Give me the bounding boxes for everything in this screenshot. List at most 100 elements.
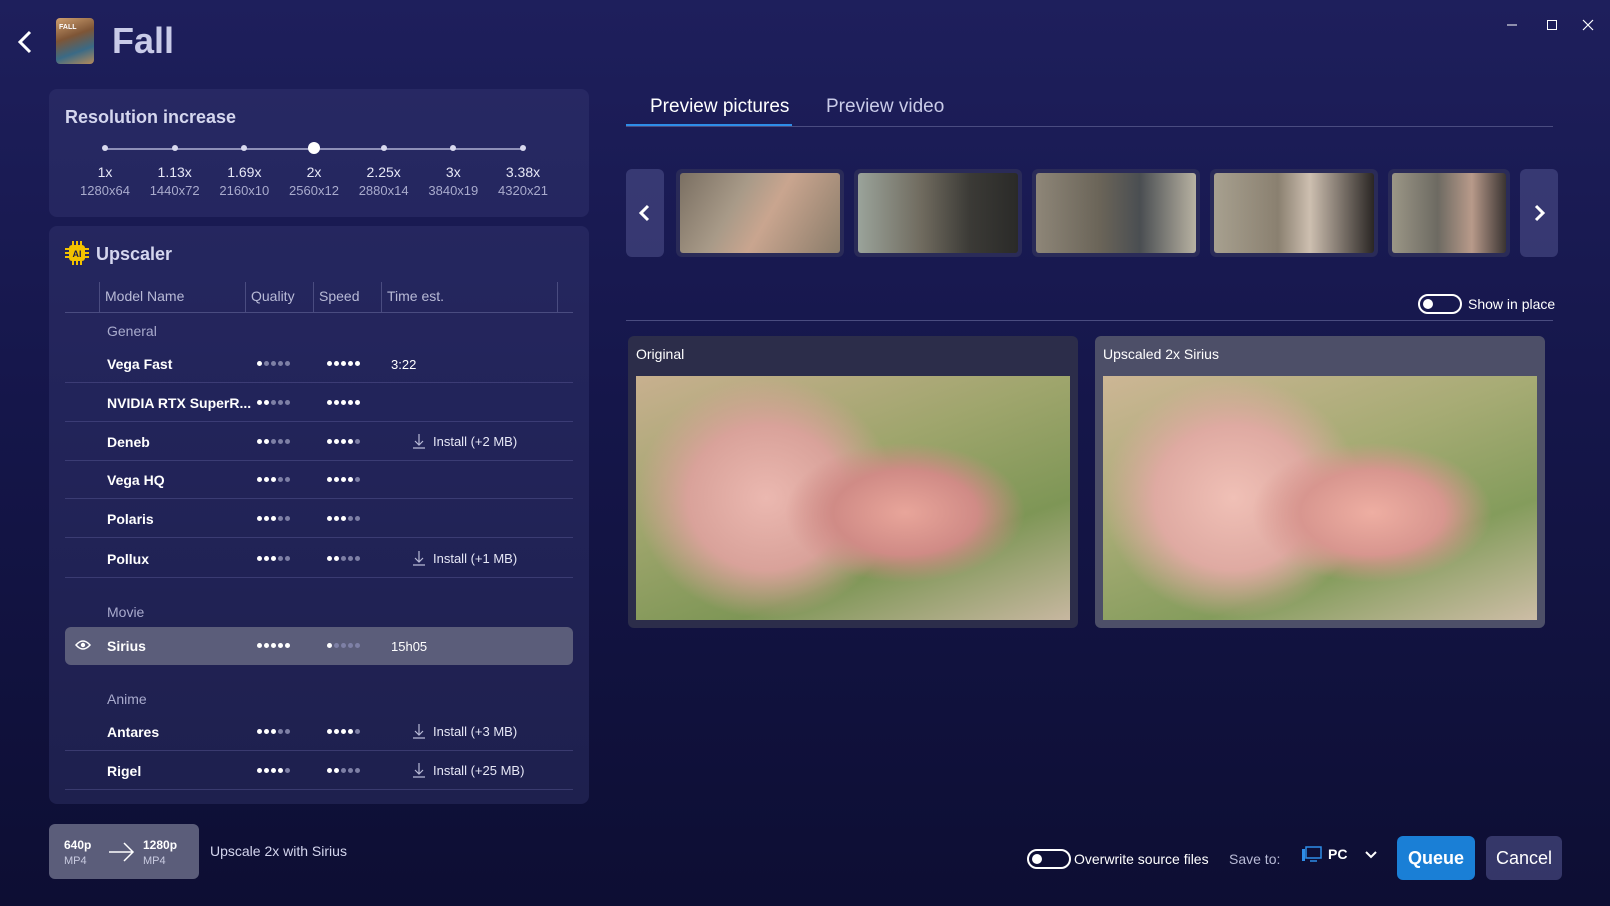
resolution-step-label[interactable]: 3x xyxy=(418,164,488,180)
quality-rating xyxy=(257,729,290,734)
from-resolution: 640p xyxy=(64,838,92,852)
thumbs-next-button[interactable] xyxy=(1520,169,1558,257)
col-quality[interactable]: Quality xyxy=(251,288,295,304)
frame-thumbnail[interactable] xyxy=(854,169,1022,257)
slider-tick[interactable] xyxy=(241,145,248,151)
slider-tick[interactable] xyxy=(171,145,178,151)
model-row[interactable]: NVIDIA RTX SuperR... xyxy=(65,384,573,422)
slider-tick[interactable] xyxy=(520,145,526,151)
model-row[interactable]: Vega Fast 3:22 xyxy=(65,345,573,383)
resolution-title: Resolution increase xyxy=(65,107,237,127)
resolution-step-label[interactable]: 1.69x xyxy=(209,164,279,180)
slider-knob[interactable] xyxy=(308,142,320,154)
frame-thumbnail[interactable] xyxy=(676,169,844,257)
original-image xyxy=(636,376,1070,620)
maximize-button[interactable] xyxy=(1532,12,1572,38)
install-label: Install (+25 MB) xyxy=(433,762,525,778)
install-model-button[interactable]: Install (+3 MB) xyxy=(413,723,517,739)
download-icon xyxy=(413,724,425,739)
original-label: Original xyxy=(636,346,685,362)
model-row[interactable]: Sirius 15h05 xyxy=(65,627,573,665)
resolution-step-label[interactable]: 3.38x xyxy=(488,164,558,180)
close-button[interactable] xyxy=(1568,12,1608,38)
install-model-button[interactable]: Install (+25 MB) xyxy=(413,762,524,778)
overwrite-label: Overwrite source files xyxy=(1074,851,1209,867)
model-name: Rigel xyxy=(107,763,142,779)
model-row[interactable]: Deneb Install (+2 MB) xyxy=(65,423,573,461)
model-name: Vega HQ xyxy=(107,472,165,488)
group-movie: Movie xyxy=(107,604,145,620)
resolution-step-label[interactable]: 2x xyxy=(279,164,349,180)
to-resolution: 1280p xyxy=(143,838,178,852)
speed-rating xyxy=(327,556,360,561)
original-preview: Original xyxy=(628,336,1078,628)
page-title: Fall xyxy=(112,20,175,61)
minimize-button[interactable] xyxy=(1492,12,1532,38)
svg-text:AI: AI xyxy=(73,249,82,259)
time-estimate: 3:22 xyxy=(391,357,417,372)
column-separator xyxy=(313,282,314,312)
resolution-step-size: 1280x64 xyxy=(80,183,130,198)
group-anime: Anime xyxy=(107,691,147,707)
resolution-step-size: 2880x14 xyxy=(358,183,409,198)
maximize-icon xyxy=(1547,20,1557,30)
resolution-step-label[interactable]: 1.13x xyxy=(140,164,210,180)
slider-tick[interactable] xyxy=(450,145,457,151)
save-to-select[interactable]: PC xyxy=(1302,846,1347,862)
model-row[interactable]: Rigel Install (+25 MB) xyxy=(65,752,573,790)
upscaled-label: Upscaled 2x Sirius xyxy=(1103,346,1219,362)
speed-rating xyxy=(327,729,360,734)
model-row[interactable]: Pollux Install (+1 MB) xyxy=(65,540,573,578)
tab-preview-video[interactable]: Preview video xyxy=(826,96,944,118)
frame-thumbnail[interactable] xyxy=(1032,169,1200,257)
install-model-button[interactable]: Install (+1 MB) xyxy=(413,550,517,566)
model-row[interactable]: Vega HQ xyxy=(65,461,573,499)
column-separator xyxy=(99,282,100,312)
upscaled-preview: Upscaled 2x Sirius xyxy=(1095,336,1545,628)
quality-rating xyxy=(257,768,290,773)
chevron-right-icon xyxy=(1534,204,1546,222)
thumbs-prev-button[interactable] xyxy=(626,169,664,257)
quality-rating xyxy=(257,361,290,366)
ai-chip-icon: AI xyxy=(65,241,89,265)
overwrite-toggle[interactable] xyxy=(1027,849,1071,869)
resolution-step-label[interactable]: 2.25x xyxy=(349,164,419,180)
chevron-down-icon[interactable] xyxy=(1364,848,1378,862)
tab-preview-pictures[interactable]: Preview pictures xyxy=(650,96,789,118)
col-time-est[interactable]: Time est. xyxy=(387,288,444,304)
install-label: Install (+1 MB) xyxy=(433,550,518,566)
quality-rating xyxy=(257,643,290,648)
back-icon xyxy=(17,30,32,54)
group-general: General xyxy=(107,323,157,339)
model-name: NVIDIA RTX SuperR... xyxy=(107,395,252,411)
download-icon xyxy=(413,434,425,449)
conversion-summary-box: 640p MP4 1280p MP4 xyxy=(49,824,199,879)
quality-rating xyxy=(257,477,290,482)
queue-button[interactable]: Queue xyxy=(1397,836,1475,880)
back-button[interactable] xyxy=(10,24,40,60)
upscale-summary: Upscale 2x with Sirius xyxy=(210,843,347,859)
show-in-place-toggle[interactable] xyxy=(1418,294,1462,314)
frame-thumbnail[interactable] xyxy=(1210,169,1378,257)
quality-rating xyxy=(257,400,290,405)
video-thumbnail: FALL xyxy=(56,18,94,64)
col-speed[interactable]: Speed xyxy=(319,288,359,304)
arrow-right-icon xyxy=(109,842,135,862)
tab-divider xyxy=(626,126,1553,127)
minimize-icon xyxy=(1507,24,1517,26)
model-name: Polaris xyxy=(107,511,154,527)
slider-tick[interactable] xyxy=(102,145,108,151)
model-row[interactable]: Polaris xyxy=(65,500,573,538)
install-label: Install (+2 MB) xyxy=(433,433,518,449)
resolution-step-label[interactable]: 1x xyxy=(70,164,140,180)
speed-rating xyxy=(327,516,360,521)
cancel-button[interactable]: Cancel xyxy=(1486,836,1562,880)
col-model-name[interactable]: Model Name xyxy=(105,288,184,304)
thumbnail-text: FALL xyxy=(59,24,77,31)
model-row[interactable]: Antares Install (+3 MB) xyxy=(65,713,573,751)
frame-thumbnail[interactable] xyxy=(1388,169,1510,257)
install-model-button[interactable]: Install (+2 MB) xyxy=(413,433,517,449)
speed-rating xyxy=(327,643,360,648)
show-in-place-label: Show in place xyxy=(1468,296,1556,312)
slider-tick[interactable] xyxy=(380,145,387,151)
